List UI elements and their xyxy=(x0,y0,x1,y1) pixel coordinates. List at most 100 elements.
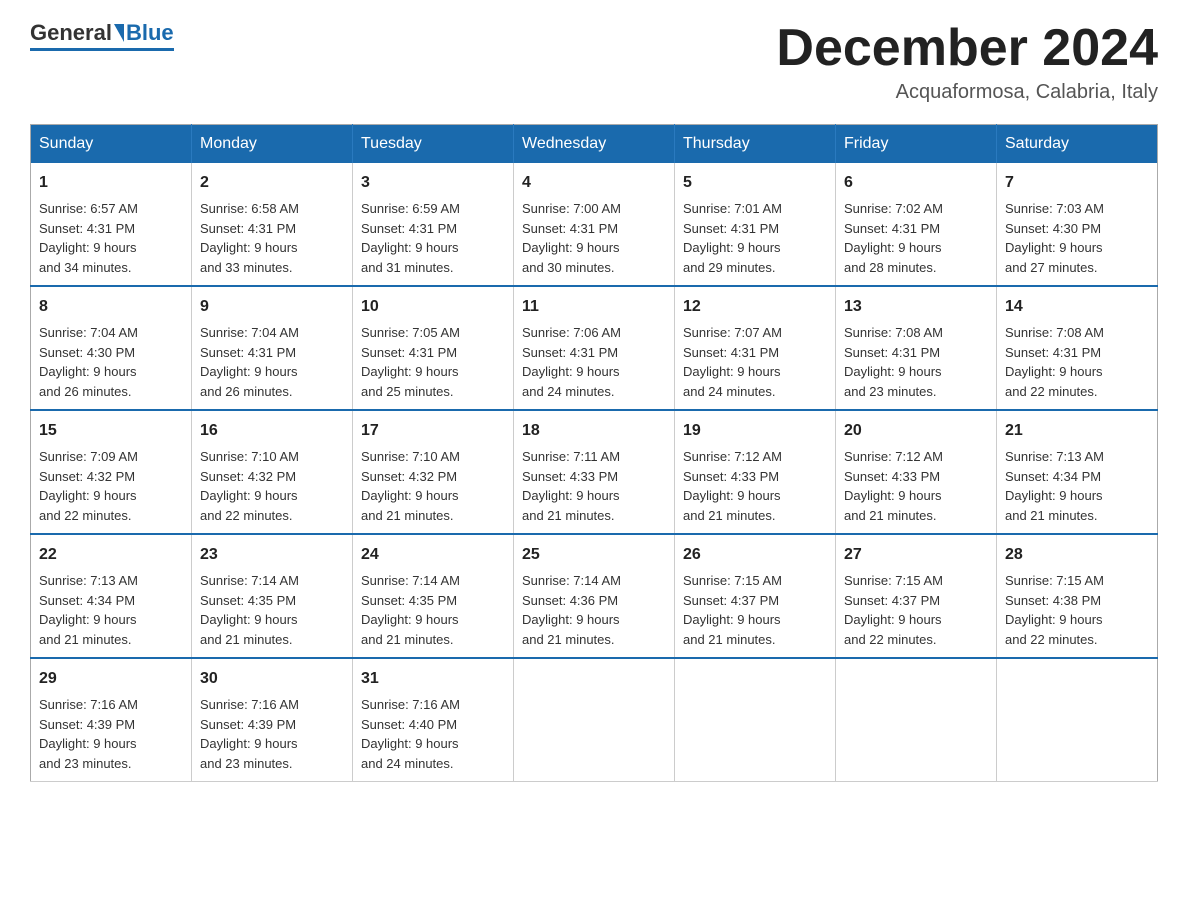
header-thursday: Thursday xyxy=(675,125,836,164)
day-number: 20 xyxy=(844,419,988,443)
day-cell: 23 Sunrise: 7:14 AMSunset: 4:35 PMDaylig… xyxy=(192,534,353,658)
day-number: 22 xyxy=(39,543,183,567)
day-number: 11 xyxy=(522,295,666,319)
day-number: 3 xyxy=(361,171,505,195)
day-cell xyxy=(997,658,1158,782)
day-number: 27 xyxy=(844,543,988,567)
day-number: 12 xyxy=(683,295,827,319)
day-number: 2 xyxy=(200,171,344,195)
day-number: 15 xyxy=(39,419,183,443)
day-info: Sunrise: 7:15 AMSunset: 4:37 PMDaylight:… xyxy=(844,573,943,647)
week-row-1: 1 Sunrise: 6:57 AMSunset: 4:31 PMDayligh… xyxy=(31,163,1158,286)
day-cell: 13 Sunrise: 7:08 AMSunset: 4:31 PMDaylig… xyxy=(836,286,997,410)
day-info: Sunrise: 6:59 AMSunset: 4:31 PMDaylight:… xyxy=(361,201,460,275)
day-number: 6 xyxy=(844,171,988,195)
day-cell: 22 Sunrise: 7:13 AMSunset: 4:34 PMDaylig… xyxy=(31,534,192,658)
day-number: 25 xyxy=(522,543,666,567)
day-cell: 8 Sunrise: 7:04 AMSunset: 4:30 PMDayligh… xyxy=(31,286,192,410)
day-number: 18 xyxy=(522,419,666,443)
day-cell: 29 Sunrise: 7:16 AMSunset: 4:39 PMDaylig… xyxy=(31,658,192,782)
day-number: 5 xyxy=(683,171,827,195)
day-cell: 5 Sunrise: 7:01 AMSunset: 4:31 PMDayligh… xyxy=(675,163,836,286)
day-info: Sunrise: 7:14 AMSunset: 4:36 PMDaylight:… xyxy=(522,573,621,647)
day-cell: 16 Sunrise: 7:10 AMSunset: 4:32 PMDaylig… xyxy=(192,410,353,534)
day-cell xyxy=(675,658,836,782)
day-cell: 25 Sunrise: 7:14 AMSunset: 4:36 PMDaylig… xyxy=(514,534,675,658)
day-number: 17 xyxy=(361,419,505,443)
day-cell: 3 Sunrise: 6:59 AMSunset: 4:31 PMDayligh… xyxy=(353,163,514,286)
logo-general: General xyxy=(30,20,112,46)
day-cell: 15 Sunrise: 7:09 AMSunset: 4:32 PMDaylig… xyxy=(31,410,192,534)
day-cell: 26 Sunrise: 7:15 AMSunset: 4:37 PMDaylig… xyxy=(675,534,836,658)
day-info: Sunrise: 7:02 AMSunset: 4:31 PMDaylight:… xyxy=(844,201,943,275)
day-cell: 9 Sunrise: 7:04 AMSunset: 4:31 PMDayligh… xyxy=(192,286,353,410)
day-cell: 31 Sunrise: 7:16 AMSunset: 4:40 PMDaylig… xyxy=(353,658,514,782)
day-cell: 14 Sunrise: 7:08 AMSunset: 4:31 PMDaylig… xyxy=(997,286,1158,410)
day-cell: 11 Sunrise: 7:06 AMSunset: 4:31 PMDaylig… xyxy=(514,286,675,410)
day-number: 14 xyxy=(1005,295,1149,319)
day-info: Sunrise: 7:04 AMSunset: 4:31 PMDaylight:… xyxy=(200,325,299,399)
logo-triangle-icon xyxy=(114,24,124,42)
day-info: Sunrise: 7:05 AMSunset: 4:31 PMDaylight:… xyxy=(361,325,460,399)
day-info: Sunrise: 7:13 AMSunset: 4:34 PMDaylight:… xyxy=(39,573,138,647)
day-number: 1 xyxy=(39,171,183,195)
day-info: Sunrise: 7:09 AMSunset: 4:32 PMDaylight:… xyxy=(39,449,138,523)
day-info: Sunrise: 7:06 AMSunset: 4:31 PMDaylight:… xyxy=(522,325,621,399)
day-number: 21 xyxy=(1005,419,1149,443)
header-monday: Monday xyxy=(192,125,353,164)
day-number: 16 xyxy=(200,419,344,443)
day-info: Sunrise: 7:16 AMSunset: 4:39 PMDaylight:… xyxy=(39,697,138,771)
day-cell: 17 Sunrise: 7:10 AMSunset: 4:32 PMDaylig… xyxy=(353,410,514,534)
day-info: Sunrise: 7:08 AMSunset: 4:31 PMDaylight:… xyxy=(844,325,943,399)
day-info: Sunrise: 7:00 AMSunset: 4:31 PMDaylight:… xyxy=(522,201,621,275)
day-info: Sunrise: 7:14 AMSunset: 4:35 PMDaylight:… xyxy=(200,573,299,647)
calendar-table: SundayMondayTuesdayWednesdayThursdayFrid… xyxy=(30,124,1158,782)
day-cell: 1 Sunrise: 6:57 AMSunset: 4:31 PMDayligh… xyxy=(31,163,192,286)
day-cell: 4 Sunrise: 7:00 AMSunset: 4:31 PMDayligh… xyxy=(514,163,675,286)
day-cell: 19 Sunrise: 7:12 AMSunset: 4:33 PMDaylig… xyxy=(675,410,836,534)
week-row-4: 22 Sunrise: 7:13 AMSunset: 4:34 PMDaylig… xyxy=(31,534,1158,658)
day-info: Sunrise: 7:12 AMSunset: 4:33 PMDaylight:… xyxy=(683,449,782,523)
day-number: 13 xyxy=(844,295,988,319)
day-cell: 27 Sunrise: 7:15 AMSunset: 4:37 PMDaylig… xyxy=(836,534,997,658)
day-info: Sunrise: 7:04 AMSunset: 4:30 PMDaylight:… xyxy=(39,325,138,399)
day-number: 30 xyxy=(200,667,344,691)
day-info: Sunrise: 6:57 AMSunset: 4:31 PMDaylight:… xyxy=(39,201,138,275)
day-number: 31 xyxy=(361,667,505,691)
day-number: 28 xyxy=(1005,543,1149,567)
day-cell xyxy=(836,658,997,782)
week-row-2: 8 Sunrise: 7:04 AMSunset: 4:30 PMDayligh… xyxy=(31,286,1158,410)
day-cell: 18 Sunrise: 7:11 AMSunset: 4:33 PMDaylig… xyxy=(514,410,675,534)
logo-blue: Blue xyxy=(126,20,174,46)
header-friday: Friday xyxy=(836,125,997,164)
title-section: December 2024 Acquaformosa, Calabria, It… xyxy=(776,20,1158,104)
day-number: 10 xyxy=(361,295,505,319)
day-info: Sunrise: 6:58 AMSunset: 4:31 PMDaylight:… xyxy=(200,201,299,275)
day-number: 8 xyxy=(39,295,183,319)
day-cell xyxy=(514,658,675,782)
day-number: 7 xyxy=(1005,171,1149,195)
month-title: December 2024 xyxy=(776,20,1158,77)
day-info: Sunrise: 7:08 AMSunset: 4:31 PMDaylight:… xyxy=(1005,325,1104,399)
page-header: General Blue December 2024 Acquaformosa,… xyxy=(30,20,1158,104)
day-cell: 2 Sunrise: 6:58 AMSunset: 4:31 PMDayligh… xyxy=(192,163,353,286)
day-number: 29 xyxy=(39,667,183,691)
day-info: Sunrise: 7:12 AMSunset: 4:33 PMDaylight:… xyxy=(844,449,943,523)
logo-underline xyxy=(30,48,174,51)
week-row-3: 15 Sunrise: 7:09 AMSunset: 4:32 PMDaylig… xyxy=(31,410,1158,534)
logo: General Blue xyxy=(30,20,174,51)
day-cell: 7 Sunrise: 7:03 AMSunset: 4:30 PMDayligh… xyxy=(997,163,1158,286)
header-sunday: Sunday xyxy=(31,125,192,164)
header-wednesday: Wednesday xyxy=(514,125,675,164)
day-cell: 12 Sunrise: 7:07 AMSunset: 4:31 PMDaylig… xyxy=(675,286,836,410)
day-number: 26 xyxy=(683,543,827,567)
day-info: Sunrise: 7:11 AMSunset: 4:33 PMDaylight:… xyxy=(522,449,620,523)
day-cell: 30 Sunrise: 7:16 AMSunset: 4:39 PMDaylig… xyxy=(192,658,353,782)
day-header-row: SundayMondayTuesdayWednesdayThursdayFrid… xyxy=(31,125,1158,164)
day-info: Sunrise: 7:13 AMSunset: 4:34 PMDaylight:… xyxy=(1005,449,1104,523)
day-info: Sunrise: 7:07 AMSunset: 4:31 PMDaylight:… xyxy=(683,325,782,399)
week-row-5: 29 Sunrise: 7:16 AMSunset: 4:39 PMDaylig… xyxy=(31,658,1158,782)
day-info: Sunrise: 7:10 AMSunset: 4:32 PMDaylight:… xyxy=(361,449,460,523)
day-number: 24 xyxy=(361,543,505,567)
day-cell: 10 Sunrise: 7:05 AMSunset: 4:31 PMDaylig… xyxy=(353,286,514,410)
